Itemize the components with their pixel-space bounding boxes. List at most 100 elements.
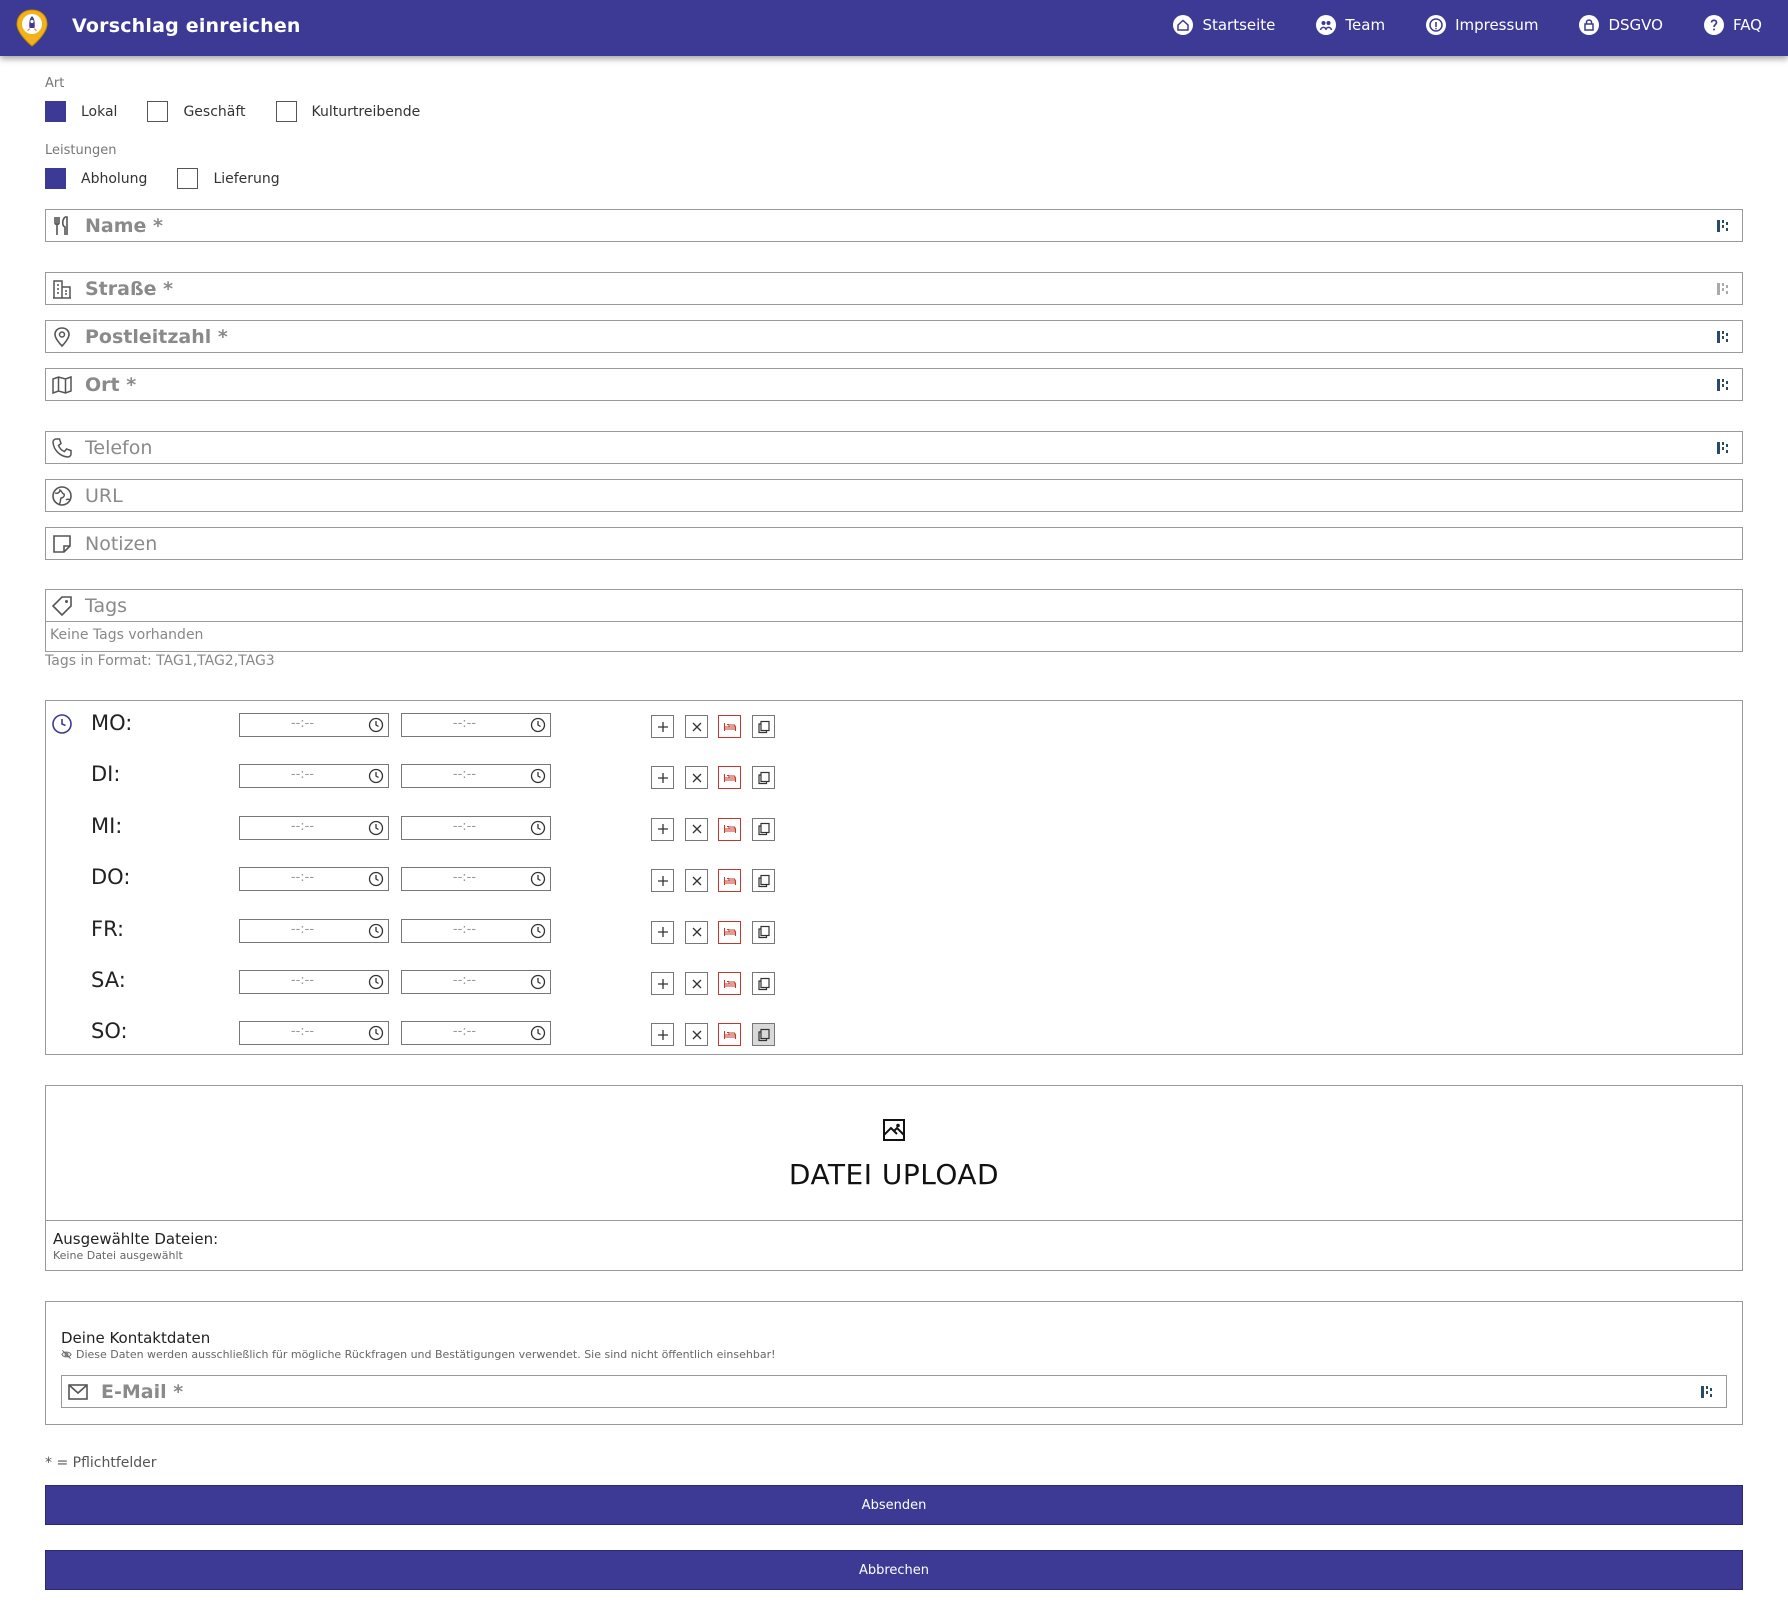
time-from-input[interactable]: --:-- xyxy=(239,970,389,994)
time-to-input[interactable]: --:-- xyxy=(401,713,551,737)
time-from-input[interactable]: --:-- xyxy=(239,867,389,892)
nav-startseite[interactable]: Startseite xyxy=(1172,14,1275,36)
keypad-icon[interactable] xyxy=(1717,441,1729,455)
day-row: SO: --:-- --:-- xyxy=(46,1019,1742,1049)
day-label: DO: xyxy=(91,865,131,890)
close-button[interactable] xyxy=(685,1023,708,1047)
mail-icon xyxy=(68,1384,88,1400)
notizen-field[interactable]: Notizen xyxy=(45,527,1743,560)
bed-button[interactable] xyxy=(718,766,741,790)
keypad-icon[interactable] xyxy=(1717,378,1729,392)
keypad-icon[interactable] xyxy=(1701,1385,1713,1399)
checkbox-abholung[interactable] xyxy=(45,168,66,189)
team-icon xyxy=(1316,15,1337,35)
close-button[interactable] xyxy=(685,869,708,893)
copy-button[interactable] xyxy=(752,972,775,995)
time-from-input[interactable]: --:-- xyxy=(239,918,389,943)
nav-impressum[interactable]: Impressum xyxy=(1425,14,1538,36)
time-to-input[interactable]: --:-- xyxy=(401,764,551,789)
contact-note-text: Diese Daten werden ausschließlich für mö… xyxy=(76,1348,776,1361)
strasse-field[interactable]: Straße * xyxy=(45,272,1743,305)
nav-label: Team xyxy=(1345,16,1386,34)
time-to-input[interactable]: --:-- xyxy=(401,970,551,994)
keypad-icon[interactable] xyxy=(1717,219,1729,233)
time-to-input[interactable]: --:-- xyxy=(401,918,551,943)
question-icon xyxy=(1703,15,1724,35)
checkbox-kulturtreibende[interactable] xyxy=(275,101,297,122)
selected-files-title: Ausgewählte Dateien: xyxy=(53,1230,219,1248)
info-icon xyxy=(1426,15,1447,35)
day-row: DO: --:-- --:-- xyxy=(46,865,1742,895)
bed-button[interactable] xyxy=(718,920,741,944)
url-field[interactable]: URL xyxy=(45,479,1743,512)
bed-icon xyxy=(723,822,737,836)
checkbox-lokal[interactable] xyxy=(45,101,66,122)
email-field[interactable]: E-Mail * xyxy=(61,1375,1727,1408)
rocket-pin-logo[interactable] xyxy=(14,8,50,48)
strasse-placeholder: Straße * xyxy=(85,278,174,300)
plus-icon xyxy=(656,977,670,991)
plz-placeholder: Postleitzahl * xyxy=(85,326,228,348)
time-to-input[interactable]: --:-- xyxy=(401,815,551,840)
plus-button[interactable] xyxy=(651,766,674,790)
art-label: Art xyxy=(45,76,65,91)
copy-button[interactable] xyxy=(752,766,775,790)
close-button[interactable] xyxy=(685,920,708,944)
time-from-input[interactable]: --:-- xyxy=(239,1021,389,1046)
bed-button[interactable] xyxy=(718,715,741,738)
plus-button[interactable] xyxy=(651,817,674,841)
upload-dropzone[interactable]: DATEI UPLOAD xyxy=(46,1086,1742,1221)
tags-field[interactable]: Tags xyxy=(45,589,1743,622)
checkbox-lieferung[interactable] xyxy=(177,168,199,189)
copy-button[interactable] xyxy=(752,920,775,944)
selected-files-empty: Keine Datei ausgewählt xyxy=(53,1249,183,1262)
time-value: --:-- xyxy=(452,1024,477,1040)
time-from-input[interactable]: --:-- xyxy=(239,764,389,789)
day-label: SO: xyxy=(91,1019,128,1044)
copy-button[interactable] xyxy=(752,1023,775,1047)
time-from-input[interactable]: --:-- xyxy=(239,713,389,737)
close-button[interactable] xyxy=(685,766,708,790)
plus-button[interactable] xyxy=(651,715,674,738)
close-button[interactable] xyxy=(685,715,708,738)
plus-button[interactable] xyxy=(651,972,674,995)
copy-button[interactable] xyxy=(752,715,775,738)
name-field[interactable]: Name * xyxy=(45,209,1743,242)
day-row: FR: --:-- --:-- xyxy=(46,917,1742,947)
close-icon xyxy=(690,720,704,734)
time-value: --:-- xyxy=(290,716,315,731)
bed-button[interactable] xyxy=(718,817,741,841)
copy-button[interactable] xyxy=(752,817,775,841)
plz-field[interactable]: Postleitzahl * xyxy=(45,320,1743,353)
plus-icon xyxy=(656,771,670,785)
time-from-input[interactable]: --:-- xyxy=(239,815,389,840)
day-label: DI: xyxy=(91,762,121,787)
time-value: --:-- xyxy=(290,818,315,834)
nav-faq[interactable]: FAQ xyxy=(1703,14,1762,36)
copy-button[interactable] xyxy=(752,869,775,893)
plus-icon xyxy=(656,1028,670,1042)
plus-button[interactable] xyxy=(651,1023,674,1047)
keypad-icon[interactable] xyxy=(1717,330,1729,344)
checkbox-geschaeft[interactable] xyxy=(147,101,169,122)
telefon-field[interactable]: Telefon xyxy=(45,431,1743,464)
time-to-input[interactable]: --:-- xyxy=(401,1021,551,1046)
plus-button[interactable] xyxy=(651,920,674,944)
time-to-input[interactable]: --:-- xyxy=(401,867,551,892)
ort-field[interactable]: Ort * xyxy=(45,368,1743,401)
bed-button[interactable] xyxy=(718,869,741,893)
tag-icon xyxy=(51,596,72,617)
bed-button[interactable] xyxy=(718,972,741,995)
plus-button[interactable] xyxy=(651,869,674,893)
day-row: MI: --:-- --:-- xyxy=(46,814,1742,844)
close-button[interactable] xyxy=(685,817,708,841)
checkbox-label: Lokal xyxy=(81,103,118,120)
cancel-button[interactable]: Abbrechen xyxy=(45,1550,1743,1590)
time-value: --:-- xyxy=(290,1024,315,1040)
keypad-icon[interactable] xyxy=(1717,282,1729,296)
submit-button[interactable]: Absenden xyxy=(45,1485,1743,1525)
nav-dsgvo[interactable]: DSGVO xyxy=(1578,14,1663,36)
bed-button[interactable] xyxy=(718,1023,741,1047)
nav-team[interactable]: Team xyxy=(1315,14,1385,36)
close-button[interactable] xyxy=(685,972,708,995)
